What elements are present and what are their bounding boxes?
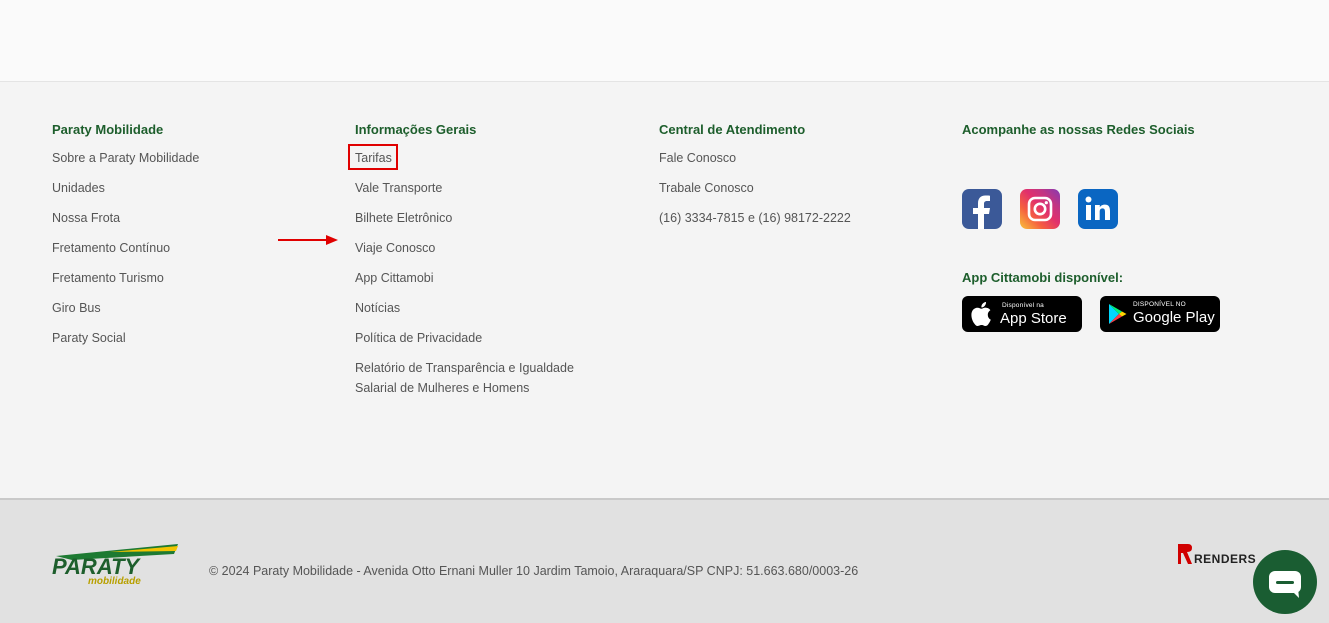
google-play-small-text: DISPONÍVEL NO: [1133, 301, 1186, 308]
google-play-big-text: Google Play: [1133, 309, 1215, 326]
instagram-icon[interactable]: [1020, 189, 1060, 229]
link-sobre[interactable]: Sobre a Paraty Mobilidade: [52, 148, 199, 168]
link-fretamento-turismo[interactable]: Fretamento Turismo: [52, 268, 164, 288]
app-store-small-text: Disponível na: [1002, 302, 1044, 309]
app-store-badge[interactable]: Disponível na App Store: [962, 296, 1082, 332]
page-top-area: [0, 0, 1329, 82]
column-central: Central de Atendimento Fale Conosco Trab…: [659, 122, 851, 225]
link-unidades[interactable]: Unidades: [52, 178, 105, 198]
link-vale-transporte[interactable]: Vale Transporte: [355, 178, 442, 198]
paraty-logo[interactable]: PARATY mobilidade: [50, 544, 178, 586]
link-giro-bus[interactable]: Giro Bus: [52, 298, 101, 318]
app-cittamobi-title: App Cittamobi disponível:: [962, 270, 1124, 285]
chat-bubble-icon: [1269, 571, 1301, 598]
phone-numbers: (16) 3334-7815 e (16) 98172-2222: [659, 211, 851, 225]
google-play-badge[interactable]: DISPONÍVEL NO Google Play: [1100, 296, 1220, 332]
chat-button[interactable]: [1253, 550, 1317, 614]
facebook-icon[interactable]: [962, 189, 1002, 229]
link-fretamento-continuo[interactable]: Fretamento Contínuo: [52, 238, 170, 258]
column-paraty: Paraty Mobilidade Sobre a Paraty Mobilid…: [52, 122, 199, 345]
renders-logo[interactable]: RENDERS: [1176, 542, 1256, 568]
red-arrow-annotation: [278, 235, 338, 245]
link-paraty-social[interactable]: Paraty Social: [52, 328, 126, 348]
link-relatorio-transparencia[interactable]: Relatório de Transparência e Igualdade: [355, 358, 574, 378]
column-title-central: Central de Atendimento: [659, 122, 806, 137]
google-play-icon: [1109, 304, 1127, 324]
link-viaje-conosco[interactable]: Viaje Conosco: [355, 238, 435, 258]
app-store-big-text: App Store: [1000, 310, 1067, 327]
linkedin-icon[interactable]: [1078, 189, 1118, 229]
column-social: Acompanhe as nossas Redes Sociais App Ci…: [962, 122, 1262, 332]
column-title-info: Informações Gerais: [355, 122, 477, 137]
column-title-paraty: Paraty Mobilidade: [52, 122, 164, 137]
column-title-social: Acompanhe as nossas Redes Sociais: [962, 122, 1195, 137]
copyright-text: © 2024 Paraty Mobilidade - Avenida Otto …: [209, 564, 859, 578]
footer-bottom-bar: PARATY mobilidade © 2024 Paraty Mobilida…: [0, 498, 1329, 623]
apple-icon: [971, 302, 991, 326]
link-fale-conosco[interactable]: Fale Conosco: [659, 148, 736, 168]
link-noticias[interactable]: Notícias: [355, 298, 400, 318]
link-app-cittamobi[interactable]: App Cittamobi: [355, 268, 434, 288]
renders-logo-text: RENDERS: [1194, 552, 1256, 566]
highlight-box-tarifas: [348, 144, 398, 170]
footer-links-section: Paraty Mobilidade Sobre a Paraty Mobilid…: [0, 82, 1329, 498]
link-politica-privacidade[interactable]: Política de Privacidade: [355, 328, 482, 348]
column-info: Informações Gerais Tarifas Vale Transpor…: [355, 122, 574, 395]
link-bilhete-eletronico[interactable]: Bilhete Eletrônico: [355, 208, 452, 228]
link-trabalhe-conosco[interactable]: Trabale Conosco: [659, 178, 754, 198]
link-relatorio-transparencia-line2[interactable]: Salarial de Mulheres e Homens: [355, 378, 529, 398]
link-nossa-frota[interactable]: Nossa Frota: [52, 208, 120, 228]
logo-subtext: mobilidade: [88, 576, 141, 586]
